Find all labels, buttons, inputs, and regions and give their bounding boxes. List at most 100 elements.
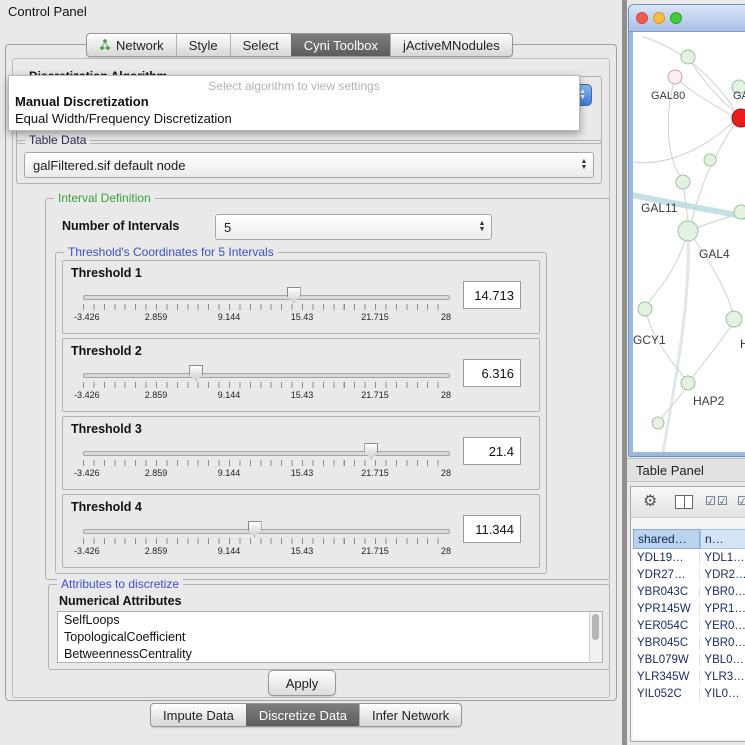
node-label: GCY1 [633,333,666,347]
checkbox-icon[interactable]: ☑ [717,494,728,508]
table-row[interactable]: YDL19…YDL1… [633,549,745,566]
slider-ticks [83,538,448,544]
tick-label: 15.43 [291,546,314,556]
table-row[interactable]: YBR045CYBR0… [633,634,745,651]
tick-label: 9.144 [218,546,241,556]
slider-ticks [83,382,448,388]
tab-select-label: Select [243,38,279,53]
dropdown-option-equal-width[interactable]: Equal Width/Frequency Discretization [15,111,232,126]
threshold-slider[interactable]: -3.426 2.859 9.144 15.43 21.715 28 [83,285,448,329]
table-row[interactable]: YBR043CYBR0… [633,583,745,600]
interval-group-title: Interval Definition [54,191,155,205]
network-canvas[interactable]: GAL80 GA GAL11 GAL4 GCY1 HAP2 H [633,32,745,452]
tick-label: 2.859 [145,546,168,556]
panel-divider[interactable] [622,0,627,745]
table-row[interactable]: YPR145WYPR1… [633,600,745,617]
tab-infer-network[interactable]: Infer Network [359,704,461,726]
tick-label: 15.43 [291,312,314,322]
table-row[interactable]: YER054CYER0… [633,617,745,634]
tick-label: 2.859 [145,312,168,322]
slider-thumb[interactable] [248,521,262,537]
tab-network[interactable]: Network [87,34,176,56]
threshold-panel-2: Threshold 2 -3.426 2.859 9.144 15.43 21.… [62,338,540,412]
threshold-value-field[interactable] [463,437,521,465]
node-label: GAL4 [699,247,730,261]
column-header-shared-name[interactable]: shared… [633,529,700,549]
table-data-combo[interactable]: galFiltered.sif default node ▲▼ [24,152,594,178]
attributes-group: Attributes to discretize Numerical Attri… [48,584,610,670]
column-header-name[interactable]: n… [700,529,745,549]
network-window-titlebar[interactable] [629,5,745,32]
tick-label: -3.426 [74,546,100,556]
gear-icon[interactable]: ⚙ [643,491,657,511]
table-body: YDL19…YDL1… YDR27…YDR2… YBR043CYBR0… YPR… [633,549,745,739]
slider-ticks [83,304,448,310]
threshold-value-field[interactable] [463,281,521,309]
tab-network-label: Network [116,38,164,53]
threshold-slider[interactable]: -3.426 2.859 9.144 15.43 21.715 28 [83,363,448,407]
tick-label: 21.715 [361,468,389,478]
node-label: HAP2 [693,394,725,408]
num-intervals-value: 5 [216,220,473,235]
threshold-value-field[interactable] [463,515,521,543]
list-item[interactable]: TopologicalCoefficient [58,629,602,646]
table-data-combo-value: galFiltered.sif default node [25,158,575,173]
tick-label: -3.426 [74,390,100,400]
minimize-window-icon[interactable] [653,12,665,24]
list-item[interactable]: BetweennessCentrality [58,646,602,663]
tab-cyni-toolbox[interactable]: Cyni Toolbox [291,34,390,56]
attributes-list[interactable]: SelfLoops TopologicalCoefficient Between… [57,611,603,663]
table-row[interactable]: YBL079WYBL0… [633,651,745,668]
num-intervals-combo[interactable]: 5 ▲▼ [215,214,492,240]
slider-thumb[interactable] [287,287,301,303]
table-row[interactable]: YLR345WYLR3… [633,668,745,685]
tab-discretize-data-label: Discretize Data [259,708,347,723]
network-node [681,50,695,64]
tab-jactivemnodules[interactable]: jActiveMNodules [390,34,512,56]
network-node [704,154,716,166]
dropdown-option-manual[interactable]: Manual Discretization [15,94,149,109]
tick-label: -3.426 [74,468,100,478]
threshold-slider[interactable]: -3.426 2.859 9.144 15.43 21.715 28 [83,519,448,563]
close-window-icon[interactable] [636,12,648,24]
zoom-window-icon[interactable] [670,12,682,24]
table-row[interactable]: YDR27…YDR2… [633,566,745,583]
table-panel-header: Table Panel [627,458,745,482]
slider-thumb[interactable] [364,443,378,459]
network-view-window[interactable]: GAL80 GA GAL11 GAL4 GCY1 HAP2 H [628,4,745,457]
tick-label: 15.43 [291,390,314,400]
tab-impute-data[interactable]: Impute Data [151,704,246,726]
tab-discretize-data[interactable]: Discretize Data [246,704,359,726]
list-item[interactable]: SelfLoops [58,612,602,629]
tab-impute-data-label: Impute Data [163,708,234,723]
tab-select[interactable]: Select [230,34,291,56]
columns-icon[interactable] [675,495,693,509]
checkbox-icon[interactable]: ☑ [705,494,716,508]
algorithm-dropdown-popup: Select algorithm to view settings Manual… [8,75,580,131]
network-node [726,311,742,327]
threshold-slider[interactable]: -3.426 2.859 9.144 15.43 21.715 28 [83,441,448,485]
tick-label: 9.144 [218,390,241,400]
tick-label: -3.426 [74,312,100,322]
threshold-panel-4: Threshold 4 -3.426 2.859 9.144 15.43 21.… [62,494,540,568]
combo-stepper-icon: ▲▼ [575,159,593,171]
slider-track [83,529,450,534]
network-node-selected [732,109,745,127]
tab-style[interactable]: Style [176,34,230,56]
tick-label: 21.715 [361,390,389,400]
top-tab-bar: Network Style Select Cyni Toolbox jActiv… [86,33,513,57]
network-node [676,175,690,189]
list-scrollbar[interactable] [589,612,602,662]
scrollbar-thumb[interactable] [592,614,599,640]
checkbox-icon[interactable]: ☑ [737,494,745,508]
threshold-label: Threshold 1 [71,266,142,280]
network-node [678,221,698,241]
tab-cyni-toolbox-label: Cyni Toolbox [304,38,378,53]
threshold-value-field[interactable] [463,359,521,387]
apply-button[interactable]: Apply [268,670,336,696]
table-row[interactable]: YIL052CYIL0… [633,685,745,702]
tab-jactivemnodules-label: jActiveMNodules [403,38,500,53]
slider-track [83,451,450,456]
tick-label: 9.144 [218,468,241,478]
slider-thumb[interactable] [189,365,203,381]
